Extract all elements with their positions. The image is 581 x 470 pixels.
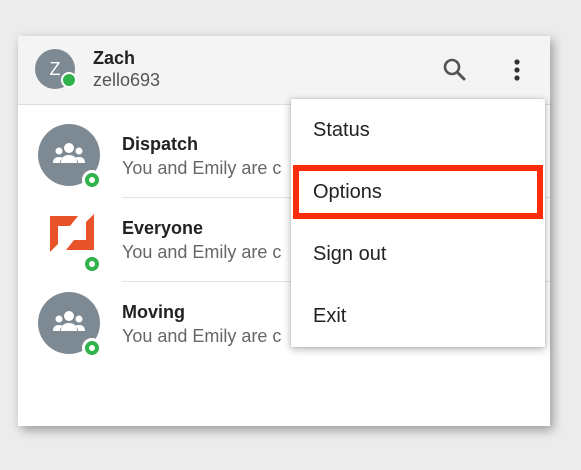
menu-item-sign-out[interactable]: Sign out [291,223,545,285]
zello-logo-icon [48,210,96,256]
overflow-menu: Status Options Sign out Exit [291,99,545,347]
contact-name: Everyone [122,218,204,238]
search-icon[interactable] [439,54,471,86]
online-status-icon [82,170,102,190]
contact-name: Dispatch [122,134,199,154]
user-id: zello693 [93,70,161,90]
contact-subtitle: You and Emily are c [122,242,282,262]
top-bar: Z Zach zello693 [18,36,550,105]
more-options-icon[interactable] [501,54,533,86]
contact-name: Moving [122,302,185,322]
user-name: Zach [93,48,136,68]
online-status-icon [82,338,102,358]
menu-item-status[interactable]: Status [291,99,545,161]
contact-subtitle: You and Emily are c [122,326,282,346]
menu-item-exit[interactable]: Exit [291,285,545,347]
menu-item-options[interactable]: Options [291,161,545,223]
online-status-icon [82,254,102,274]
online-status-icon [61,72,77,88]
contact-subtitle: You and Emily are c [122,158,282,178]
